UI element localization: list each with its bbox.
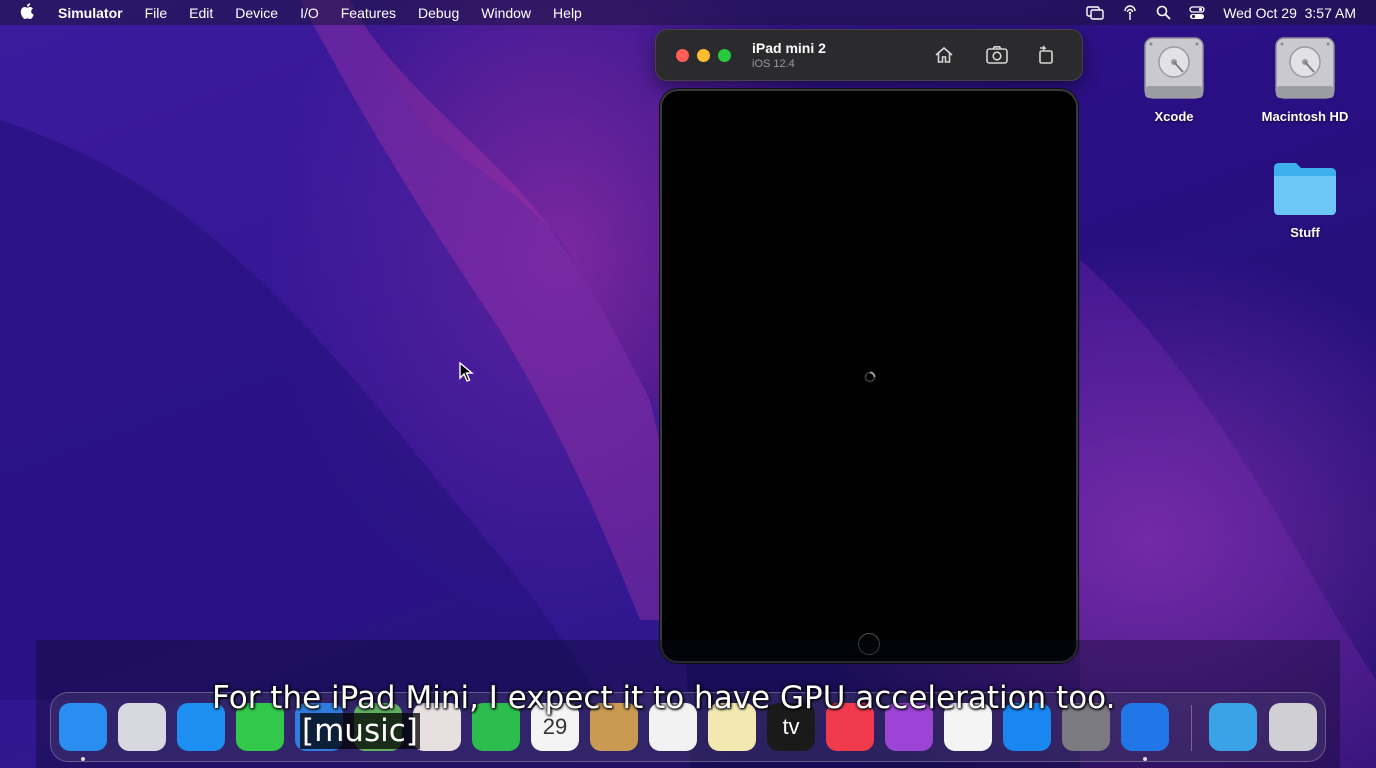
menu-edit[interactable]: Edit	[189, 5, 213, 21]
desktop-icon-macintosh-hd[interactable]: Macintosh HD	[1255, 36, 1355, 124]
screenshot-icon	[986, 46, 1008, 64]
search-icon[interactable]	[1156, 5, 1171, 20]
dock-app-xcode[interactable]	[1121, 703, 1169, 751]
menu-help[interactable]: Help	[553, 5, 582, 21]
dock-running-indicator	[81, 757, 85, 761]
desktop-icon-label: Xcode	[1154, 109, 1194, 124]
screen-mirroring-icon[interactable]	[1086, 5, 1104, 20]
simulator-titlebar: iPad mini 2 iOS 12.4	[655, 29, 1083, 81]
subtitle-caption: For the iPad Mini, I expect it to have G…	[212, 680, 1116, 716]
menu-device[interactable]: Device	[235, 5, 278, 21]
rotate-icon	[1039, 45, 1053, 64]
simulator-device-name: iPad mini 2	[752, 40, 826, 56]
window-close-button[interactable]	[676, 49, 689, 62]
menu-debug[interactable]: Debug	[418, 5, 459, 21]
dock-app-launchpad[interactable]	[118, 703, 166, 751]
menubar-clock[interactable]: Wed Oct 29 3:57 AM	[1223, 5, 1356, 21]
loading-spinner-icon	[864, 371, 876, 383]
desktop-icon-stuff-folder[interactable]: Stuff	[1255, 160, 1355, 240]
window-minimize-button[interactable]	[697, 49, 710, 62]
folder-icon	[1274, 163, 1336, 215]
menu-bar: Simulator File Edit Device I/O Features …	[0, 0, 1376, 25]
home-icon	[935, 46, 953, 63]
airdrop-icon[interactable]	[1122, 4, 1138, 21]
desktop-icon-label: Stuff	[1290, 225, 1320, 240]
simulator-os-version: iOS 12.4	[752, 58, 795, 70]
menu-window[interactable]: Window	[481, 5, 531, 21]
menu-features[interactable]: Features	[341, 5, 396, 21]
hard-drive-icon	[1275, 37, 1335, 99]
dock-item-trash[interactable]	[1269, 703, 1317, 751]
menubar-status-area: Wed Oct 29 3:57 AM	[1086, 0, 1356, 25]
window-zoom-button[interactable]	[718, 49, 731, 62]
menu-file[interactable]: File	[145, 5, 168, 21]
mouse-pointer-icon	[459, 362, 474, 382]
subtitle-caption-music: [music]	[300, 713, 420, 749]
dock-app-finder[interactable]	[59, 703, 107, 751]
ipad-simulator-screen[interactable]	[660, 89, 1078, 663]
dock-item-downloads-folder[interactable]	[1209, 703, 1257, 751]
apple-logo-icon[interactable]	[20, 3, 42, 22]
dock-running-indicator	[1143, 757, 1147, 761]
desktop-icon-label: Macintosh HD	[1261, 109, 1349, 124]
dock-separator	[1191, 705, 1192, 751]
screenshot-button[interactable]	[983, 42, 1011, 68]
home-button[interactable]	[930, 42, 958, 68]
menu-app-name[interactable]: Simulator	[58, 5, 123, 21]
desktop-icon-xcode[interactable]: Xcode	[1124, 36, 1224, 124]
control-center-icon[interactable]	[1189, 5, 1205, 20]
rotate-button[interactable]	[1032, 42, 1060, 68]
hard-drive-icon	[1144, 37, 1204, 99]
menu-io[interactable]: I/O	[300, 5, 319, 21]
